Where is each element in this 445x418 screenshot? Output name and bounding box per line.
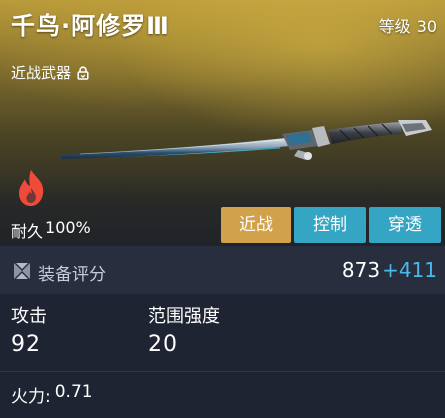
weapon-name: 千鸟·阿修罗Ⅲ bbox=[11, 12, 170, 40]
firepower-label: 火力: bbox=[11, 387, 51, 407]
durability-value: 100% bbox=[45, 218, 91, 237]
equipment-score-row: 装备评分 873 +411 bbox=[0, 246, 445, 294]
weapon-type: 近战武器 bbox=[11, 62, 90, 83]
durability-label: 耐久 bbox=[11, 222, 44, 241]
equipment-score-value: 873 +411 bbox=[342, 258, 437, 282]
divider bbox=[0, 371, 445, 372]
weapon-card: 千鸟·阿修罗Ⅲ 等级 30 近战武器 耐久 100% 近战 控制 穿透 装备评分… bbox=[0, 0, 445, 418]
attack-value: 92 bbox=[11, 332, 41, 357]
lock-icon bbox=[77, 65, 89, 80]
tag-control[interactable]: 控制 bbox=[294, 207, 366, 243]
score-main-value: 873 bbox=[341, 258, 381, 282]
level-value: 30 bbox=[416, 17, 437, 36]
weapon-tags: 近战 控制 穿透 bbox=[221, 207, 441, 243]
weapon-level: 等级 30 bbox=[379, 13, 437, 37]
katana-image bbox=[58, 120, 432, 160]
stat-attack: 攻击 92 bbox=[11, 302, 47, 357]
range-value: 20 bbox=[148, 332, 178, 357]
durability: 耐久 100% bbox=[11, 218, 91, 242]
flame-icon bbox=[19, 170, 44, 206]
equipment-score-label: 装备评分 bbox=[38, 265, 106, 285]
weapon-type-label: 近战武器 bbox=[11, 64, 72, 82]
weapon-showcase: 千鸟·阿修罗Ⅲ 等级 30 近战武器 耐久 100% 近战 控制 穿透 bbox=[0, 0, 445, 246]
score-bonus-value: +411 bbox=[382, 258, 437, 282]
stat-firepower: 火力: 0.71 bbox=[11, 382, 93, 407]
attack-label: 攻击 bbox=[11, 306, 47, 327]
level-label: 等级 bbox=[378, 17, 411, 36]
tag-melee[interactable]: 近战 bbox=[221, 207, 291, 243]
range-label: 范围强度 bbox=[148, 306, 220, 327]
firepower-value: 0.71 bbox=[54, 382, 93, 402]
stat-range: 范围强度 20 bbox=[148, 302, 220, 357]
score-emblem-icon bbox=[14, 263, 30, 279]
stats-panel: 装备评分 873 +411 攻击 92 范围强度 20 火力: 0.71 bbox=[0, 246, 445, 418]
tag-pierce[interactable]: 穿透 bbox=[369, 207, 441, 243]
